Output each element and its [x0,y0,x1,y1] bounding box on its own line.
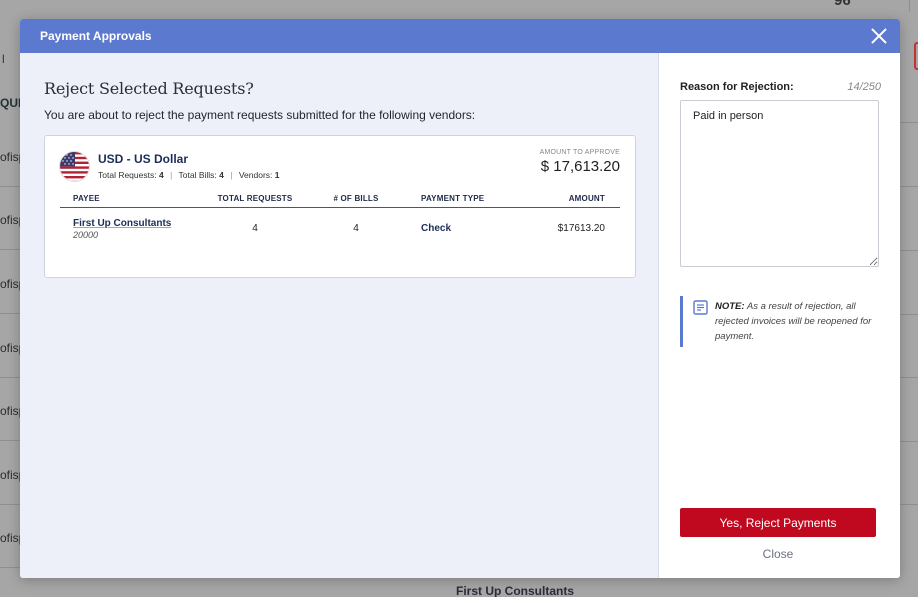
page-title: Reject Selected Requests? [44,79,254,98]
col-amount: AMOUNT [568,194,605,203]
background-divider [900,441,918,442]
reject-summary-pane: Reject Selected Requests? You are about … [20,53,659,578]
background-row: ofisp [0,442,25,505]
reject-description: You are about to reject the payment requ… [44,108,476,122]
close-icon[interactable] [870,27,888,45]
total-requests-cell: 4 [252,223,258,234]
close-button[interactable]: Close [680,547,876,561]
background-divider [900,122,918,123]
reason-header: Reason for Rejection: 14/250 [680,81,881,93]
rejection-reason-pane: Reason for Rejection: 14/250 NOTE: As a … [659,53,900,578]
col-payment-type: PAYMENT TYPE [421,194,485,203]
payee-link[interactable]: First Up Consultants [73,218,200,229]
background-bottom-text: First Up Consultants [456,584,575,597]
background-red-button-edge [914,42,918,70]
col-bills: # OF BILLS [333,194,379,203]
background-row: ofisp [0,505,25,568]
background-row: ofisp [0,315,25,378]
amount-to-approve-label: AMOUNT TO APPROVE [539,149,620,156]
amount-to-approve-value: $ 17,613.20 [540,158,620,175]
total-requests-label: Total Requests: [98,170,157,180]
background-divider [909,0,910,12]
bills-cell: 4 [353,223,359,234]
total-bills-value: 4 [219,170,224,180]
background-divider [900,186,918,187]
payee-cell: First Up Consultants 20000 [60,218,200,240]
background-divider [900,250,918,251]
payment-type-cell: Check [421,223,452,234]
payee-id: 20000 [73,230,99,240]
modal-header: Payment Approvals [20,19,900,53]
background-count: 96 [834,0,851,9]
total-requests-value: 4 [158,170,164,180]
modal-title: Payment Approvals [40,29,152,43]
note-text: NOTE: As a result of rejection, all reje… [715,299,881,344]
reject-payments-button[interactable]: Yes, Reject Payments [680,508,876,537]
reason-char-count: 14/250 [847,81,881,93]
rejection-note: NOTE: As a result of rejection, all reje… [680,296,881,347]
note-icon [693,300,709,344]
background-row: ofisp [0,251,25,314]
reason-textarea[interactable] [680,100,879,267]
background-divider [900,504,918,505]
background-row: ofisp [0,124,25,187]
currency-name: USD - US Dollar [98,152,189,166]
amount-block: AMOUNT TO APPROVE $ 17,613.20 [540,149,620,175]
modal-body: Reject Selected Requests? You are about … [20,53,900,578]
background-divider [900,377,918,378]
background-divider [900,314,918,315]
total-bills-label: Total Bills: [178,170,217,180]
col-payee: PAYEE [73,194,100,203]
vendors-label: Vendors: [238,170,273,180]
us-flag-icon [59,151,90,182]
currency-stats: Total Requests: 4 | Total Bills: 4 | Ven… [98,170,280,180]
background-row: ofisp [0,187,25,250]
currency-card-header: USD - US Dollar Total Requests: 4 | Tota… [59,148,620,182]
currency-info: USD - US Dollar Total Requests: 4 | Tota… [59,148,280,182]
amount-cell: $17613.20 [557,223,605,234]
table-row: First Up Consultants 20000 4 4 Check $17… [60,208,620,240]
col-total-requests: TOTAL REQUESTS [217,194,293,203]
vendor-table: PAYEE TOTAL REQUESTS # OF BILLS PAYMENT … [60,194,620,240]
currency-card: USD - US Dollar Total Requests: 4 | Tota… [44,135,636,278]
table-header: PAYEE TOTAL REQUESTS # OF BILLS PAYMENT … [60,194,620,208]
background-toolbar-text: l [2,52,5,66]
note-prefix: NOTE: [715,301,745,312]
payment-approvals-modal: Payment Approvals Reject Selected Reques… [20,19,900,578]
background-row: ofisp [0,378,25,441]
vendors-value: 1 [274,170,280,180]
reason-label: Reason for Rejection: [680,81,794,93]
